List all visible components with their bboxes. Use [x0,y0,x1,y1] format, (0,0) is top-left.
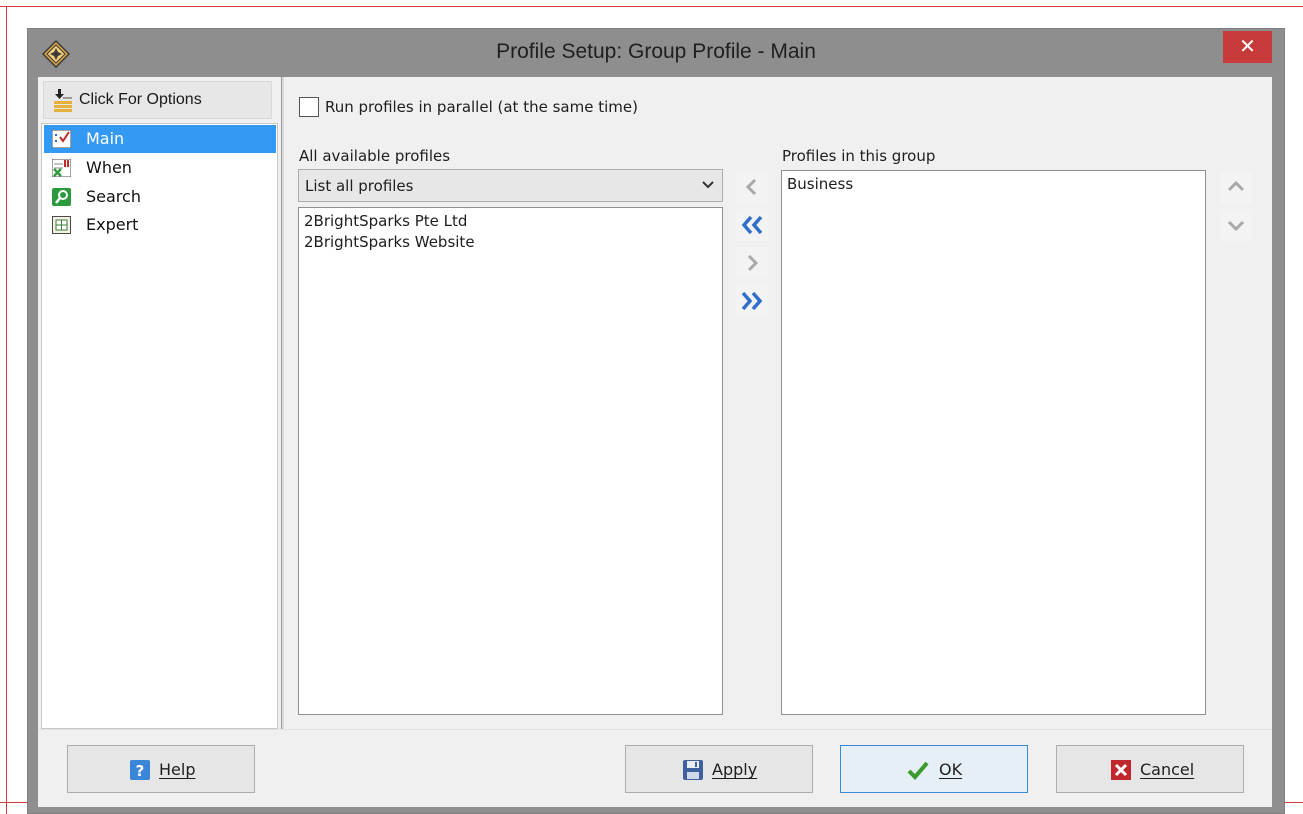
profile-filter-value: List all profiles [305,177,414,195]
options-stack-icon [51,89,75,113]
profile-setup-window: Profile Setup: Group Profile - Main ✕ Cl… [27,28,1285,814]
when-schedule-icon [51,158,72,178]
panel-splitter[interactable] [281,77,284,729]
list-item[interactable]: 2BrightSparks Website [304,233,475,251]
move-down-button[interactable] [1220,209,1252,241]
chevron-down-icon [700,177,716,193]
move-all-left-button[interactable] [736,209,768,241]
list-item[interactable]: Business [787,175,853,193]
checkmark-icon [907,759,929,781]
sidebar-item-main[interactable]: Main [44,125,276,153]
move-right-button[interactable] [736,247,768,279]
section-nav-list: Main When Search Expert [41,123,278,729]
available-profiles-label: All available profiles [299,147,451,165]
dialog-client-area: Click For Options Main When Search Exper… [38,77,1272,807]
run-parallel-label[interactable]: Run profiles in parallel (at the same ti… [325,98,638,116]
search-magnifier-icon [52,188,71,206]
dialog-button-bar: ? Help Apply OK Cancel [38,729,1272,807]
close-button[interactable]: ✕ [1223,31,1272,63]
move-all-right-button[interactable] [736,285,768,317]
sidebar-item-search[interactable]: Search [44,183,276,211]
save-disk-icon [682,759,704,781]
group-profiles-label: Profiles in this group [782,147,936,165]
apply-label: Apply [712,760,758,779]
move-up-button[interactable] [1220,171,1252,203]
options-label: Click For Options [79,91,202,108]
sidebar-item-when[interactable]: When [44,154,276,182]
main-checklist-icon [51,129,72,149]
cancel-x-icon [1110,759,1132,781]
help-question-icon: ? [129,759,151,781]
ok-label: OK [939,760,963,779]
sidebar-item-label: When [86,158,132,177]
help-button[interactable]: ? Help [67,745,255,793]
ok-button[interactable]: OK [840,745,1028,793]
cancel-button[interactable]: Cancel [1056,745,1244,793]
profile-filter-dropdown[interactable]: List all profiles [298,169,723,202]
apply-button[interactable]: Apply [625,745,813,793]
click-for-options-button[interactable]: Click For Options [43,81,272,119]
help-label: Help [159,760,196,779]
available-profiles-list[interactable]: 2BrightSparks Pte Ltd 2BrightSparks Webs… [298,207,723,715]
run-parallel-checkbox[interactable] [299,97,319,117]
expert-grid-icon [52,216,71,234]
sidebar-item-label: Main [86,129,125,148]
window-title: Profile Setup: Group Profile - Main [496,40,816,63]
title-bar[interactable]: Profile Setup: Group Profile - Main ✕ [28,29,1284,77]
move-left-button[interactable] [736,171,768,203]
sidebar-item-expert[interactable]: Expert [44,211,276,239]
guide-line-left [6,6,7,814]
list-item[interactable]: 2BrightSparks Pte Ltd [304,212,467,230]
guide-line-top [0,6,1303,7]
svg-text:?: ? [136,762,145,780]
sidebar-item-label: Search [86,187,141,206]
sidebar-item-label: Expert [86,215,139,234]
cancel-label: Cancel [1140,760,1195,779]
group-profiles-list[interactable]: Business [781,170,1206,715]
